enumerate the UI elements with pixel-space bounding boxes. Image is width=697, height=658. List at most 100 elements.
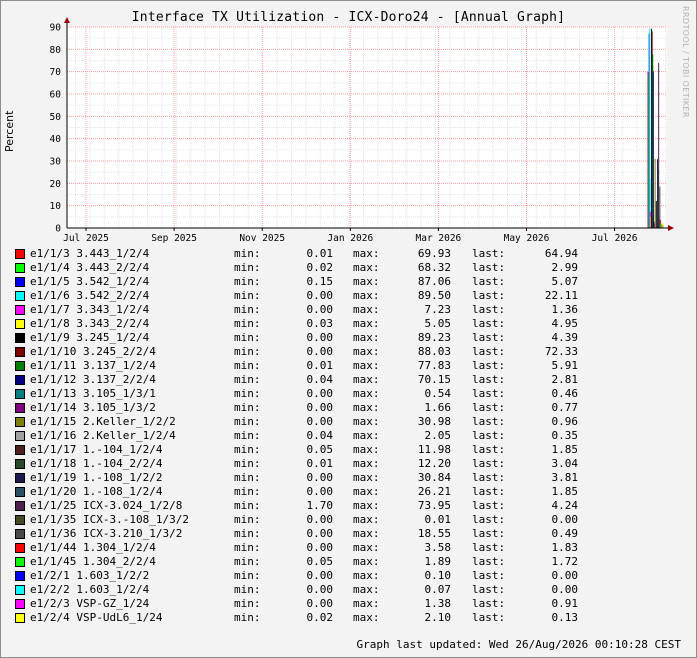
legend-max-value: 68.32	[417, 261, 451, 274]
legend-last-value: 0.35	[551, 429, 579, 442]
legend-min-label: min:	[234, 359, 261, 372]
legend-last-label: last:	[472, 597, 506, 610]
legend-max-label: max:	[353, 471, 380, 484]
legend-max-label: max:	[353, 541, 380, 554]
legend-last-label: last:	[472, 429, 506, 442]
legend-series-name: e1/1/25 ICX-3.024_1/2/8	[30, 499, 183, 512]
y-tick-label: 10	[50, 201, 62, 212]
legend-min-value: 1.70	[306, 499, 334, 512]
legend-last-value: 1.83	[551, 541, 579, 554]
legend-series-name: e1/1/19 1.-108_1/2/2	[30, 471, 163, 484]
legend-last-label: last:	[472, 331, 506, 344]
y-axis-arrow	[64, 17, 70, 23]
legend-max-value: 0.07	[424, 583, 452, 596]
x-tick-label: Nov 2025	[239, 233, 285, 244]
legend-min-label: min:	[234, 541, 261, 554]
legend-swatch	[15, 291, 25, 301]
legend-max-label: max:	[353, 415, 380, 428]
legend-swatch	[15, 375, 25, 385]
legend-series-name: e1/1/5 3.542_1/2/4	[30, 275, 150, 288]
legend-last-label: last:	[472, 387, 506, 400]
legend-swatch	[15, 431, 25, 441]
legend-min-label: min:	[234, 499, 261, 512]
legend-max-label: max:	[353, 597, 380, 610]
legend-max-label: max:	[353, 331, 380, 344]
legend-max-label: max:	[353, 261, 380, 274]
legend-max-value: 87.06	[417, 275, 451, 288]
legend-min-label: min:	[234, 261, 261, 274]
legend-max-value: 88.03	[417, 345, 451, 358]
legend-series-name: e1/1/44 1.304_1/2/4	[30, 541, 156, 554]
legend-swatch	[15, 417, 25, 427]
legend-min-value: 0.05	[306, 555, 334, 568]
legend-swatch	[15, 333, 25, 343]
legend-swatch	[15, 459, 25, 469]
legend-max-value: 73.95	[417, 499, 451, 512]
legend-min-label: min:	[234, 555, 261, 568]
legend-row: e1/1/17 1.-104_1/2/4 min: 0.05 max: 11.98 las…	[15, 443, 695, 457]
legend-min-value: 0.00	[306, 415, 334, 428]
legend-swatch	[15, 361, 25, 371]
legend-last-label: last:	[472, 289, 506, 302]
legend-last-value: 4.95	[551, 317, 579, 330]
legend-swatch	[15, 543, 25, 553]
legend-min-value: 0.03	[306, 317, 334, 330]
legend-last-label: last:	[472, 499, 506, 512]
legend-min-value: 0.05	[306, 443, 334, 456]
legend-series-name: e1/1/18 1.-104_2/2/4	[30, 457, 163, 470]
legend-series-name: e1/1/20 1.-108_1/2/4	[30, 485, 163, 498]
legend-max-value: 0.10	[424, 569, 452, 582]
legend-max-label: max:	[353, 457, 380, 470]
legend-max-label: max:	[353, 555, 380, 568]
legend-min-label: min:	[234, 401, 261, 414]
y-tick-label: 90	[50, 23, 62, 34]
legend-min-value: 0.00	[306, 527, 334, 540]
legend-min-value: 0.15	[306, 275, 334, 288]
legend-max-label: max:	[353, 345, 380, 358]
legend-last-value: 0.00	[551, 569, 579, 582]
legend-min-value: 0.00	[306, 345, 334, 358]
legend-last-label: last:	[472, 261, 506, 274]
legend-row: e1/1/7 3.343_1/2/4 min: 0.00 max: 7.23 last: 1…	[15, 303, 695, 317]
legend-max-label: max:	[353, 443, 380, 456]
legend-row: e1/2/1 1.603_1/2/2 min: 0.00 max: 0.10 last: 0…	[15, 569, 695, 583]
legend-max-value: 89.50	[417, 289, 451, 302]
legend-max-label: max:	[353, 569, 380, 582]
legend-last-label: last:	[472, 345, 506, 358]
legend-last-value: 1.85	[551, 485, 579, 498]
legend-series-name: e1/1/7 3.343_1/2/4	[30, 303, 150, 316]
legend-swatch	[15, 585, 25, 595]
legend-last-value: 1.85	[551, 443, 579, 456]
legend-last-value: 3.81	[551, 471, 579, 484]
legend-swatch	[15, 529, 25, 539]
legend-max-value: 0.54	[424, 387, 452, 400]
legend-min-label: min:	[234, 345, 261, 358]
legend-swatch	[15, 473, 25, 483]
legend-last-value: 0.49	[551, 527, 579, 540]
legend-min-label: min:	[234, 247, 261, 260]
legend-swatch	[15, 249, 25, 259]
x-tick-label: May 2026	[504, 233, 550, 244]
legend-max-value: 69.93	[417, 247, 451, 260]
legend-series-name: e1/1/17 1.-104_1/2/4	[30, 443, 163, 456]
y-tick-label: 20	[50, 179, 62, 190]
legend-last-label: last:	[472, 401, 506, 414]
legend-min-label: min:	[234, 415, 261, 428]
legend-series-name: e1/2/4 VSP-UdL6_1/24	[30, 611, 163, 624]
x-tick-label: Sep 2025	[151, 233, 197, 244]
legend-max-value: 1.38	[424, 597, 452, 610]
legend-row: e1/1/19 1.-108_1/2/2 min: 0.00 max: 30.84 las…	[15, 471, 695, 485]
legend-row: e1/1/3 3.443_1/2/4 min: 0.01 max: 69.93 last:…	[15, 247, 695, 261]
legend-max-value: 18.55	[417, 527, 451, 540]
legend-swatch	[15, 403, 25, 413]
legend-swatch	[15, 277, 25, 287]
legend-series-name: e1/2/1 1.603_1/2/2	[30, 569, 150, 582]
legend-last-label: last:	[472, 513, 506, 526]
x-axis-arrow	[668, 225, 674, 231]
legend-max-label: max:	[353, 359, 380, 372]
legend-last-value: 22.11	[544, 289, 578, 302]
legend-min-value: 0.00	[306, 387, 334, 400]
legend-min-value: 0.02	[306, 611, 334, 624]
legend-max-value: 11.98	[417, 443, 451, 456]
plot-area: 0 10 20 30 40 50 60 70 80 90 Jul 2025 Sep 2025 Nov 2…	[50, 17, 674, 244]
